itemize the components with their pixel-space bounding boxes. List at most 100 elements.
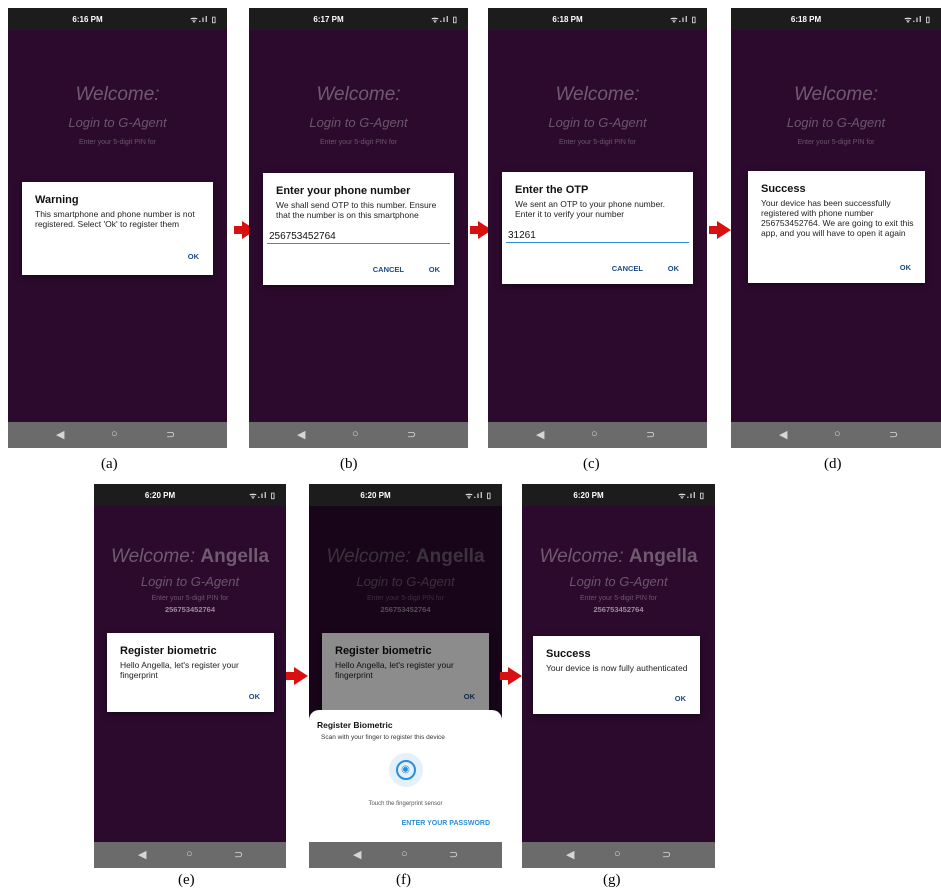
- back-icon[interactable]: ◀: [536, 428, 544, 441]
- caption-c: (c): [583, 456, 600, 472]
- dialog-message: Your device has been successfully regist…: [761, 198, 914, 238]
- phone-number-dialog: Enter your phone number We shall send OT…: [263, 173, 454, 285]
- nav-bar: ◀ ○ ⊃: [309, 842, 502, 868]
- recents-icon[interactable]: ⊃: [449, 848, 458, 861]
- home-icon[interactable]: ○: [186, 848, 193, 860]
- status-icons: ᯤ.ıl ▯: [904, 15, 931, 24]
- welcome-title: Welcome: Angella: [522, 546, 715, 568]
- welcome-label: Welcome:: [110, 546, 196, 567]
- home-icon[interactable]: ○: [401, 848, 408, 860]
- recents-icon[interactable]: ⊃: [166, 428, 175, 441]
- status-icons: ᯤ.ıl ▯: [249, 491, 276, 500]
- phone-screen-e: 6:20 PM ᯤ.ıl ▯ Welcome: Angella Login to…: [94, 484, 286, 868]
- dialog-message: We sent an OTP to your phone number. Ent…: [515, 199, 665, 219]
- login-subtitle: Login to G-Agent: [309, 115, 408, 130]
- ok-button[interactable]: OK: [249, 692, 260, 701]
- login-subtitle: Login to G-Agent: [548, 115, 647, 130]
- home-icon[interactable]: ○: [111, 428, 118, 440]
- dialog-title: Warning: [35, 194, 79, 206]
- status-icons: ᯤ.ıl ▯: [190, 15, 217, 24]
- login-subtitle: Login to G-Agent: [68, 115, 167, 130]
- arrow-e-f: [286, 667, 308, 685]
- login-subtitle: Login to G-Agent: [140, 574, 240, 589]
- success-dialog: Success Your device is now fully authent…: [533, 636, 700, 714]
- ok-button[interactable]: OK: [429, 265, 440, 274]
- otp-input[interactable]: 31261: [506, 230, 689, 243]
- home-icon[interactable]: ○: [614, 848, 621, 860]
- nav-bar: ◀ ○ ⊃: [8, 422, 227, 448]
- back-icon[interactable]: ◀: [353, 848, 361, 861]
- home-icon[interactable]: ○: [352, 428, 359, 440]
- cancel-button[interactable]: CANCEL: [373, 265, 404, 274]
- dialog-message: Your device is now fully authenticated: [546, 663, 688, 673]
- phone-screen-f: 6:20 PM ᯤ.ıl ▯ Welcome: Angella Login to…: [309, 484, 502, 868]
- status-icons: ᯤ.ıl ▯: [431, 15, 458, 24]
- sheet-title: Register Biometric: [317, 720, 393, 730]
- phone-screen-d: 6:18 PM ᯤ.ıl ▯ Welcome: Login to G-Agent…: [731, 8, 941, 448]
- status-icons: ᯤ.ıl ▯: [670, 15, 697, 24]
- sensor-hint: Touch the fingerprint sensor: [368, 801, 443, 807]
- back-icon[interactable]: ◀: [297, 428, 305, 441]
- recents-icon[interactable]: ⊃: [662, 848, 671, 861]
- back-icon[interactable]: ◀: [566, 848, 574, 861]
- status-bar: 6:20 PM ᯤ.ıl ▯: [309, 484, 502, 506]
- phone-screen-c: 6:18 PM ᯤ.ıl ▯ Welcome: Login to G-Agent…: [488, 8, 707, 448]
- nav-bar: ◀ ○ ⊃: [522, 842, 715, 868]
- welcome-title: Welcome:: [555, 84, 640, 105]
- fingerprint-ring[interactable]: ◉: [388, 753, 423, 787]
- cancel-button[interactable]: CANCEL: [612, 264, 643, 273]
- status-icons: ᯤ.ıl ▯: [465, 491, 492, 500]
- ok-button[interactable]: OK: [675, 694, 686, 703]
- user-name: Angella: [200, 546, 270, 567]
- pin-number: 256753452764: [593, 605, 644, 614]
- login-subtitle: Login to G-Agent: [569, 574, 668, 589]
- fingerprint-icon: ◉: [395, 760, 416, 780]
- login-subtitle: Login to G-Agent: [786, 115, 886, 130]
- ok-button[interactable]: OK: [668, 264, 679, 273]
- recents-icon[interactable]: ⊃: [407, 428, 416, 441]
- user-name: Angella: [628, 546, 698, 567]
- caption-b: (b): [340, 456, 358, 472]
- caption-g: (g): [603, 872, 621, 888]
- pin-prompt: Enter your 5-digit PIN for: [797, 139, 875, 146]
- caption-f: (f): [396, 872, 411, 888]
- back-icon[interactable]: ◀: [56, 428, 64, 441]
- caption-e: (e): [178, 872, 195, 888]
- status-bar: 6:18 PM ᯤ.ıl ▯: [731, 8, 941, 30]
- welcome-label: Welcome:: [539, 546, 624, 567]
- welcome-title: Welcome:: [793, 84, 879, 105]
- dialog-title: Success: [761, 183, 806, 195]
- success-dialog: Success Your device has been successfull…: [748, 171, 925, 283]
- dialog-title: Success: [546, 648, 591, 660]
- phone-screen-g: 6:20 PM ᯤ.ıl ▯ Welcome: Angella Login to…: [522, 484, 715, 868]
- enter-password-button[interactable]: ENTER YOUR PASSWORD: [402, 820, 490, 827]
- register-biometric-dialog: Register biometric Hello Angella, let's …: [107, 633, 274, 712]
- arrow-f-g: [500, 667, 522, 685]
- back-icon[interactable]: ◀: [779, 428, 787, 441]
- recents-icon[interactable]: ⊃: [234, 848, 243, 861]
- pin-prompt: Enter your 5-digit PIN for: [558, 139, 637, 146]
- status-bar: 6:18 PM ᯤ.ıl ▯: [488, 8, 707, 30]
- recents-icon[interactable]: ⊃: [889, 428, 898, 441]
- dialog-title: Enter the OTP: [515, 184, 589, 196]
- ok-button[interactable]: OK: [900, 263, 911, 272]
- home-icon[interactable]: ○: [591, 428, 598, 440]
- nav-bar: ◀ ○ ⊃: [731, 422, 941, 448]
- caption-d: (d): [824, 456, 842, 472]
- dialog-title: Register biometric: [120, 645, 217, 657]
- nav-bar: ◀ ○ ⊃: [488, 422, 707, 448]
- pin-prompt: Enter your 5-digit PIN for: [579, 595, 658, 602]
- nav-bar: ◀ ○ ⊃: [249, 422, 468, 448]
- phone-number-input[interactable]: 256753452764: [267, 231, 450, 244]
- welcome-title: Welcome:: [316, 84, 401, 105]
- back-icon[interactable]: ◀: [138, 848, 146, 861]
- welcome-title: Welcome:: [75, 84, 160, 105]
- dialog-message: This smartphone and phone number is not …: [35, 209, 195, 229]
- home-icon[interactable]: ○: [834, 428, 841, 440]
- status-bar: 6:20 PM ᯤ.ıl ▯: [522, 484, 715, 506]
- ok-button[interactable]: OK: [188, 252, 199, 261]
- arrow-c-d: [709, 221, 731, 239]
- otp-dialog: Enter the OTP We sent an OTP to your pho…: [502, 172, 693, 284]
- recents-icon[interactable]: ⊃: [646, 428, 655, 441]
- pin-prompt: Enter your 5-digit PIN for: [78, 139, 157, 146]
